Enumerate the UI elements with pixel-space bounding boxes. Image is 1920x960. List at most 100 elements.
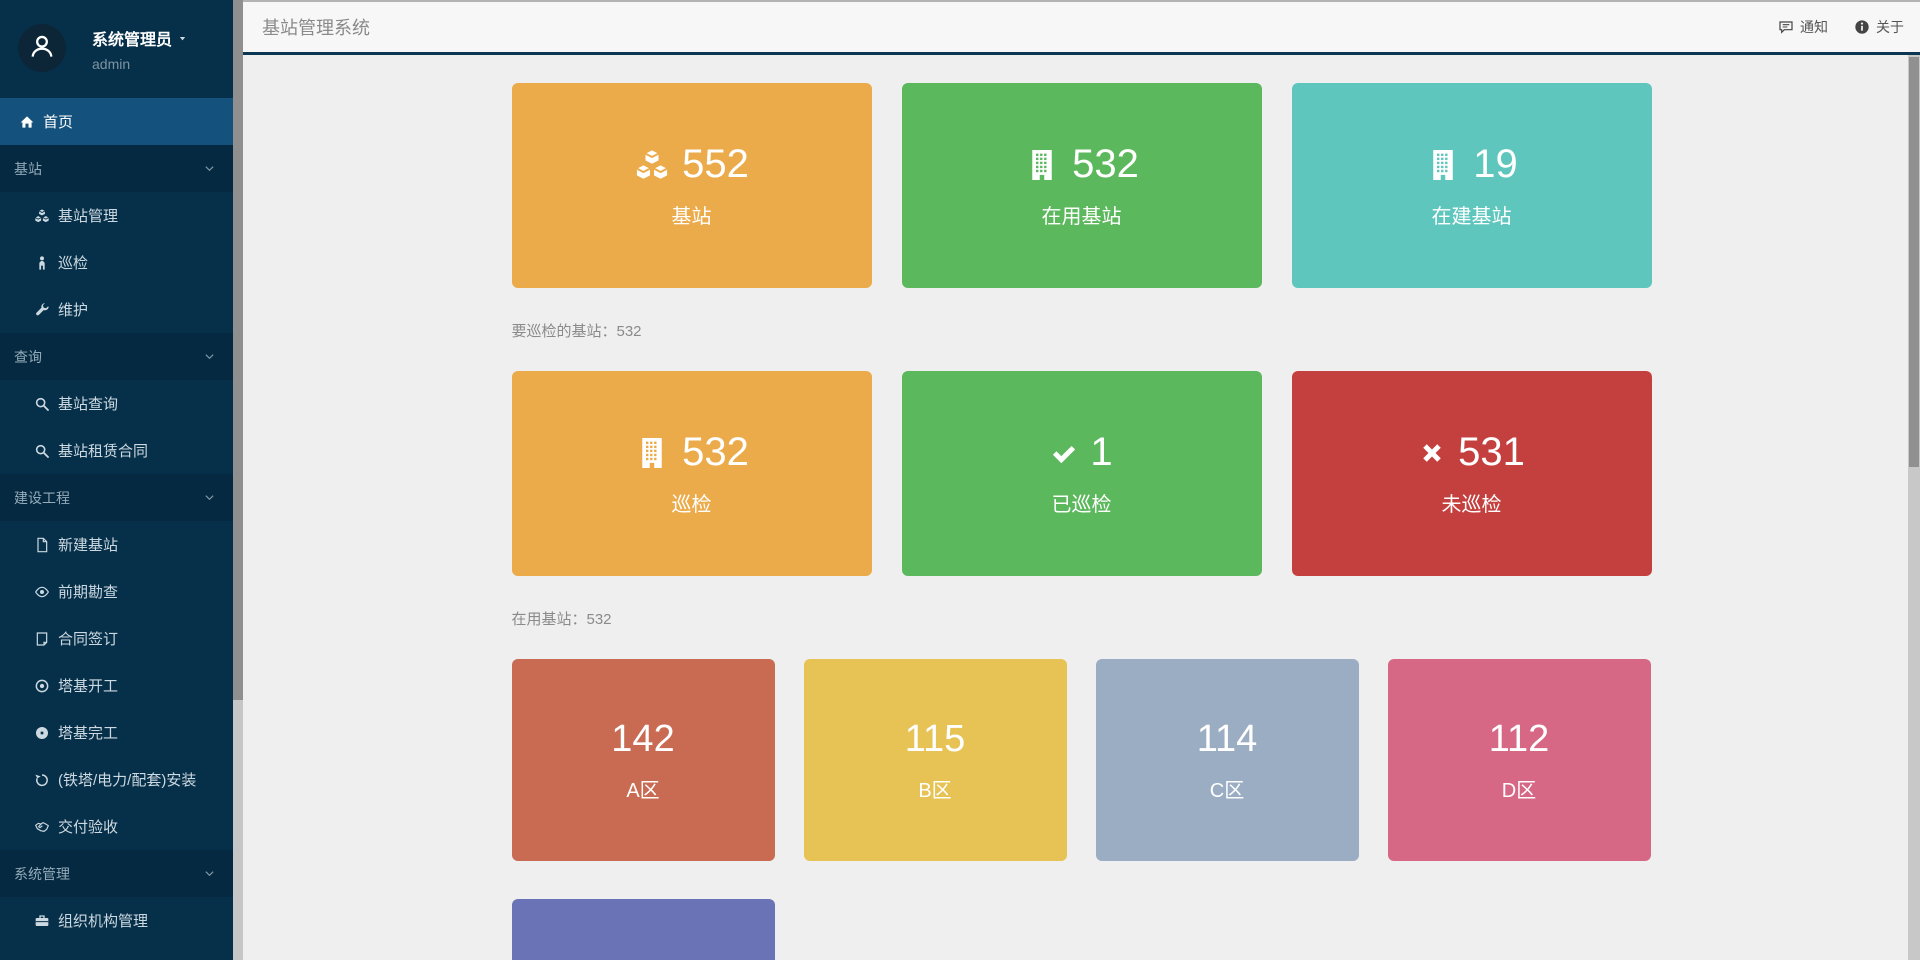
header-action[interactable]: 通知: [1778, 17, 1828, 37]
card-value: 114: [1197, 718, 1258, 761]
user-name: 系统管理员: [92, 26, 172, 50]
briefcase-icon: [34, 913, 50, 929]
sidebar-item[interactable]: 新建基站: [0, 521, 233, 568]
sidebar-section-label: 基站: [14, 159, 42, 179]
user-menu[interactable]: 系统管理员: [92, 26, 187, 50]
note-text: 要巡检的基站：532: [512, 320, 1652, 341]
sidebar-section[interactable]: 系统管理: [0, 850, 233, 897]
sidebar: 系统管理员 admin 首页基站基站管理巡检维护查询基站查询基站租赁合同建设工程…: [0, 0, 233, 960]
card-label: A区: [626, 774, 659, 803]
content-scrollbar[interactable]: [1908, 55, 1920, 960]
cubes-icon: [634, 147, 670, 183]
card-label: C区: [1210, 774, 1244, 803]
card-label: 已巡检: [1052, 488, 1112, 517]
stat-card[interactable]: 532巡检: [512, 371, 872, 576]
header-action[interactable]: 关于: [1854, 17, 1904, 37]
card-value: 115: [905, 718, 966, 761]
building-icon: [1024, 147, 1060, 183]
sidebar-scrollbar-thumb[interactable]: [233, 0, 243, 700]
sidebar-item[interactable]: 维护: [0, 286, 233, 333]
card-value: 19: [1425, 142, 1518, 187]
cubes-icon: [34, 208, 50, 224]
sidebar-item-label: 前期勘查: [58, 581, 118, 602]
card-value: 112: [1489, 718, 1550, 761]
dashboard: 552 基站 532在用基站 19 在建基站要巡检的基站：532 532巡检 1 已巡检 531…: [512, 83, 1652, 960]
sidebar-item[interactable]: 基站管理: [0, 192, 233, 239]
card-number: 532: [1072, 142, 1139, 187]
rotate-ccw-icon: [34, 772, 50, 788]
person-icon: [34, 255, 50, 271]
content-scrollbar-thumb[interactable]: [1909, 57, 1919, 467]
notification-icon: [1778, 19, 1794, 35]
sidebar-item-label: 交付验收: [58, 816, 118, 837]
sidebar-section[interactable]: 基站: [0, 145, 233, 192]
sidebar-item[interactable]: 首页: [0, 98, 233, 145]
check-icon: [1050, 439, 1078, 467]
sidebar-item-label: 基站租赁合同: [58, 440, 148, 461]
sidebar-item-label: (铁塔/电力/配套)安装: [58, 769, 196, 790]
zone-card[interactable]: 115B区: [804, 659, 1067, 861]
sidebar-item[interactable]: 基站租赁合同: [0, 427, 233, 474]
sidebar-section[interactable]: 查询: [0, 333, 233, 380]
chevron-down-icon: [204, 492, 215, 503]
sidebar-item-label: 巡检: [58, 252, 88, 273]
sidebar-section[interactable]: 建设工程: [0, 474, 233, 521]
circle-solid-icon: [34, 725, 50, 741]
card-row: 552 基站 532在用基站 19 在建基站: [512, 83, 1652, 288]
search-icon: [34, 396, 50, 412]
user-avatar-icon: [25, 29, 59, 68]
card-value: 532: [1024, 142, 1139, 187]
sidebar-item[interactable]: 塔基开工: [0, 662, 233, 709]
search-icon: [34, 443, 50, 459]
stat-card[interactable]: 532在用基站: [902, 83, 1262, 288]
sidebar-item[interactable]: 前期勘查: [0, 568, 233, 615]
sidebar-item[interactable]: (铁塔/电力/配套)安装: [0, 756, 233, 803]
note-text: 在用基站：532: [512, 608, 1652, 629]
page-title: 基站管理系统: [262, 14, 370, 40]
home-icon: [19, 114, 35, 130]
sidebar-item-label: 组织机构管理: [58, 910, 148, 931]
stat-card[interactable]: 531未巡检: [1292, 371, 1652, 576]
building-icon: [634, 435, 670, 471]
stat-card[interactable]: 19 在建基站: [1292, 83, 1652, 288]
card-number: 112: [1489, 718, 1550, 761]
stat-card[interactable]: 1 已巡检: [902, 371, 1262, 576]
card-label: 在建基站: [1432, 200, 1512, 229]
header-action-label: 关于: [1876, 17, 1904, 37]
sidebar-item[interactable]: 塔基完工: [0, 709, 233, 756]
file-icon: [34, 537, 50, 553]
zone-card[interactable]: 112 D区: [1388, 659, 1651, 861]
sidebar-item[interactable]: 合同签订: [0, 615, 233, 662]
sidebar-item[interactable]: 交付验收: [0, 803, 233, 850]
card-value: 1: [1050, 430, 1112, 475]
sidebar-section-label: 系统管理: [14, 864, 70, 884]
zone-card[interactable]: [512, 899, 775, 960]
sidebar-scrollbar[interactable]: [233, 0, 243, 960]
avatar[interactable]: [18, 24, 66, 72]
sidebar-item-label: 塔基开工: [58, 675, 118, 696]
card-value: 552: [634, 142, 749, 187]
handshake-icon: [34, 819, 50, 835]
sidebar-item[interactable]: 基站查询: [0, 380, 233, 427]
chevron-down-icon: [204, 351, 215, 362]
sidebar-item[interactable]: 巡检: [0, 239, 233, 286]
sidebar-section-label: 建设工程: [14, 488, 70, 508]
header-action-label: 通知: [1800, 17, 1828, 37]
eye-icon: [34, 584, 50, 600]
sidebar-item[interactable]: 组织机构管理: [0, 897, 233, 944]
sidebar-item-label: 基站查询: [58, 393, 118, 414]
sidebar-item-label: 新建基站: [58, 534, 118, 555]
sidebar-item-label: 塔基完工: [58, 722, 118, 743]
chevron-down-icon: [204, 868, 215, 879]
zone-card[interactable]: 114 C区: [1096, 659, 1359, 861]
content: 552 基站 532在用基站 19 在建基站要巡检的基站：532 532巡检 1 已巡检 531…: [243, 55, 1920, 960]
card-number: 114: [1197, 718, 1258, 761]
card-row: [512, 899, 1652, 960]
stat-card[interactable]: 552 基站: [512, 83, 872, 288]
user-panel: 系统管理员 admin: [0, 0, 233, 98]
card-value: 532: [634, 430, 749, 475]
card-label: D区: [1502, 774, 1536, 803]
zone-card[interactable]: 142A区: [512, 659, 775, 861]
card-label: 基站: [672, 200, 712, 229]
user-login: admin: [92, 56, 187, 72]
